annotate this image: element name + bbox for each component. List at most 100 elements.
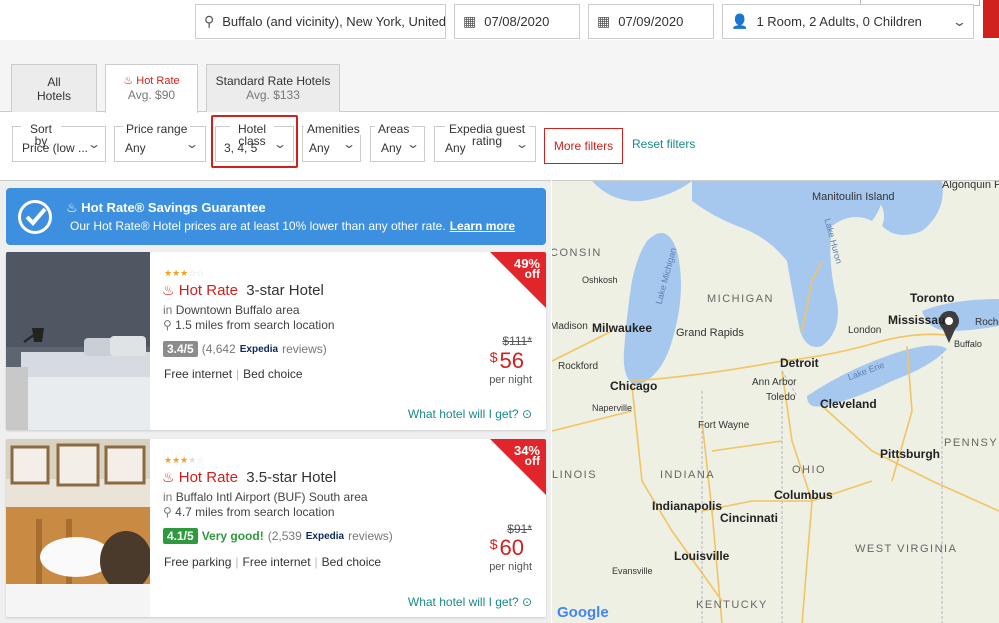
map-label: Louisville xyxy=(674,549,730,563)
chevron-down-icon: ⌄ xyxy=(341,137,357,151)
tab-label: All Hotels xyxy=(36,75,71,103)
map-label: Chicago xyxy=(610,379,658,393)
map-label: CONSIN xyxy=(552,247,602,259)
tab-hot-rate[interactable]: ♨ Hot Rate Avg. $90 xyxy=(105,64,198,113)
sort-select[interactable]: Sort by Price (low ... ⌄ xyxy=(12,123,106,162)
map-label: Buffalo xyxy=(954,339,982,349)
map-label: Rockford xyxy=(558,361,599,372)
map-label: Fort Wayne xyxy=(698,420,750,431)
hotel-area: in Buffalo Intl Airport (BUF) South area xyxy=(163,490,368,504)
guest-rating: 4.1/5 Very good! (2,539 Expedia reviews) xyxy=(163,528,393,544)
map-label: Cleveland xyxy=(820,397,877,411)
filter-value: Any xyxy=(445,141,466,155)
price: $60 xyxy=(489,535,524,560)
flame-icon: ♨ xyxy=(66,200,78,215)
map-label: Cincinnati xyxy=(720,511,779,525)
map-label: INDIANA xyxy=(660,469,716,481)
map-label: PENNSYL xyxy=(944,437,999,449)
amenities-select[interactable]: Amenities Any ⌄ xyxy=(302,123,363,162)
person-icon: 👤 xyxy=(731,13,749,29)
guest-rating: 3.4/5 (4,642 Expedia reviews) xyxy=(163,341,327,357)
learn-more-link[interactable]: Learn more xyxy=(450,219,515,233)
chevron-circle-icon: ⊙ xyxy=(521,595,532,609)
map-label: Evansville xyxy=(612,566,653,576)
chevron-down-icon: ⌄ xyxy=(951,13,968,29)
what-hotel-link[interactable]: What hotel will I get? ⊙ xyxy=(408,595,532,609)
hotel-class-highlight xyxy=(211,115,298,168)
location-pin-icon: ⚲ xyxy=(163,505,172,519)
check-in-value: 07/08/2020 xyxy=(484,14,550,29)
location-input[interactable]: ⚲ Buffalo (and vicinity), New York, Unit… xyxy=(195,4,446,39)
map-label: Toledo xyxy=(766,392,796,403)
check-in-input[interactable]: ▦ 07/08/2020 xyxy=(454,4,580,39)
price: $56 xyxy=(489,348,524,373)
per-night-label: per night xyxy=(489,374,532,386)
per-night-label: per night xyxy=(489,561,532,573)
map-label: MICHIGAN xyxy=(707,293,774,305)
hotel-title: ♨ Hot Rate 3.5-star Hotel xyxy=(162,469,337,486)
hotel-distance: ⚲ 4.7 miles from search location xyxy=(163,505,335,519)
original-price: $111* xyxy=(502,334,532,348)
flame-icon: ♨ xyxy=(162,282,175,298)
tab-subtitle: Avg. $90 xyxy=(127,88,176,102)
check-out-value: 07/09/2020 xyxy=(618,14,684,29)
guest-rating-select[interactable]: Expedia guest rating Any ⌄ xyxy=(434,123,536,162)
google-logo: Google xyxy=(557,604,609,621)
map-label: KENTUCKY xyxy=(696,599,768,611)
hotel-area: in Downtown Buffalo area xyxy=(163,303,300,317)
filter-label: Areas xyxy=(375,123,413,135)
discount-label: 49% off xyxy=(513,256,540,281)
tab-all-hotels[interactable]: All Hotels xyxy=(11,64,97,112)
savings-guarantee-banner: ♨ Hot Rate® Savings Guarantee Our Hot Ra… xyxy=(6,188,546,245)
banner-description: Our Hot Rate® Hotel prices are at least … xyxy=(70,219,516,233)
hotel-title: ♨ Hot Rate 3-star Hotel xyxy=(162,282,324,299)
banner-title: ♨ Hot Rate® Savings Guarantee xyxy=(66,200,266,215)
map-label: Columbus xyxy=(774,488,833,502)
price-range-select[interactable]: Price range Any ⌄ xyxy=(114,123,206,162)
guests-value: 1 Room, 2 Adults, 0 Children xyxy=(756,14,922,29)
map-label: Naperville xyxy=(592,403,633,413)
reset-filters-link[interactable]: Reset filters xyxy=(632,137,695,151)
filter-value: Price (low ... xyxy=(22,141,89,155)
more-filters-button[interactable]: More filters xyxy=(544,128,623,164)
hotel-card[interactable]: ★★★☆☆ ♨ Hot Rate 3-star Hotel in Downtow… xyxy=(6,252,546,430)
map-label: WEST VIRGINIA xyxy=(855,543,958,555)
chevron-circle-icon: ⊙ xyxy=(521,407,532,421)
map-label: Madison xyxy=(552,321,588,332)
map-label: Toronto xyxy=(910,291,955,305)
calendar-icon: ▦ xyxy=(463,13,477,29)
filter-value: Any xyxy=(309,141,330,155)
map-label: LINOIS xyxy=(552,469,598,481)
map-label: Roche xyxy=(975,317,999,328)
map-label: Indianapolis xyxy=(652,499,723,513)
map-label: Detroit xyxy=(780,356,819,370)
filter-label: Amenities xyxy=(304,123,363,135)
map-label: Milwaukee xyxy=(592,321,653,335)
guests-select[interactable]: 👤 1 Room, 2 Adults, 0 Children ⌄ xyxy=(722,4,974,39)
hotel-photo xyxy=(6,439,150,617)
map-label: Manitoulin Island xyxy=(812,191,895,203)
hotel-distance: ⚲ 1.5 miles from search location xyxy=(163,318,335,332)
amenities-list: Free parking | Free internet | Bed choice xyxy=(164,555,382,569)
map-label: OHIO xyxy=(792,464,827,476)
map-label: London xyxy=(848,325,882,336)
original-price: $91* xyxy=(507,522,532,536)
map-label: Algonquin Provincial Park xyxy=(942,180,999,191)
location-pin-icon: ⚲ xyxy=(204,13,215,29)
hotel-card[interactable]: ★★★★☆ ♨ Hot Rate 3.5-star Hotel in Buffa… xyxy=(6,439,546,617)
tab-standard-rate[interactable]: Standard Rate Hotels Avg. $133 xyxy=(206,64,340,112)
map-label: Mississau xyxy=(888,313,946,327)
filter-value: Any xyxy=(125,141,146,155)
chevron-down-icon: ⌄ xyxy=(86,137,102,151)
areas-select[interactable]: Areas Any ⌄ xyxy=(370,123,425,162)
map-label: Grand Rapids xyxy=(676,327,744,339)
check-out-input[interactable]: ▦ 07/09/2020 xyxy=(588,4,714,39)
search-button[interactable] xyxy=(983,0,999,38)
star-rating: ★★★☆☆ xyxy=(164,268,205,278)
map[interactable]: Algonquin Provincial Park Manitoulin Isl… xyxy=(552,180,999,623)
map-label: Oshkosh xyxy=(582,275,618,285)
tab-subtitle: Avg. $133 xyxy=(246,88,300,102)
chevron-down-icon: ⌄ xyxy=(184,137,200,151)
rating-word: Very good! xyxy=(201,529,264,543)
what-hotel-link[interactable]: What hotel will I get? ⊙ xyxy=(408,407,532,421)
